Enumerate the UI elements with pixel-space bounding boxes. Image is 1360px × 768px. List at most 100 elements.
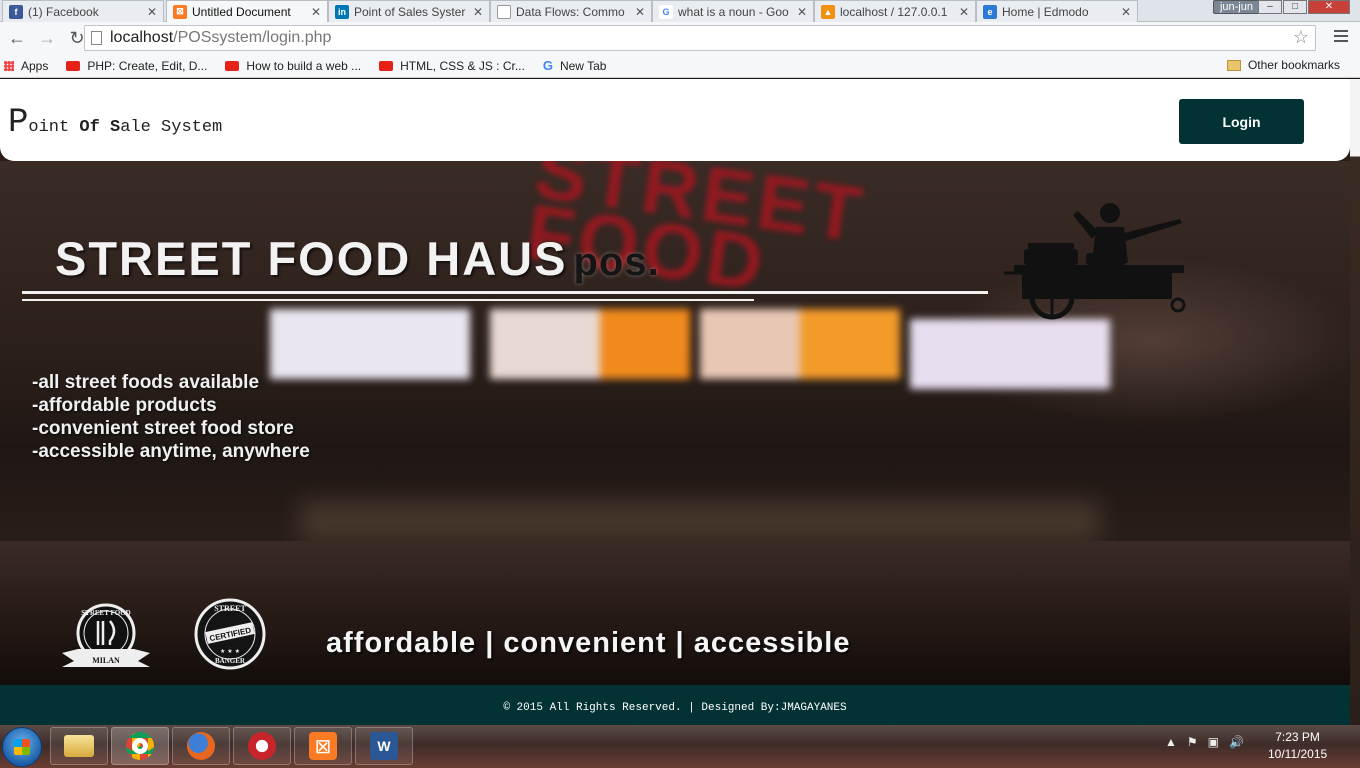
site-navbar: Point Of Sale System Login xyxy=(0,79,1350,161)
footer-text: © 2015 All Rights Reserved. | Designed B… xyxy=(503,702,847,714)
other-bookmarks[interactable]: Other bookmarks xyxy=(1226,58,1340,72)
google-icon: G xyxy=(659,4,673,19)
profile-button[interactable]: jun-jun xyxy=(1212,0,1260,14)
brand-initial: P xyxy=(8,104,29,142)
tab-facebook[interactable]: f (1) Facebook ✕ xyxy=(2,0,164,22)
bookmark-html-css-js[interactable]: HTML, CSS & JS : Cr... xyxy=(379,59,525,73)
action-center-icon[interactable]: ⚑ xyxy=(1187,735,1198,749)
edmodo-icon: e xyxy=(983,4,997,19)
url-path: /POSsystem/login.php xyxy=(173,29,332,46)
taskbar-firefox[interactable] xyxy=(172,727,230,765)
bookmark-star-icon[interactable]: ☆ xyxy=(1293,27,1309,48)
tab-what-is-a-noun[interactable]: G what is a noun - Goo ✕ xyxy=(652,0,814,22)
badge-text: STREET FOOD xyxy=(81,609,130,617)
close-icon[interactable]: ✕ xyxy=(147,5,157,19)
firefox-icon xyxy=(187,732,215,760)
bookmark-label: Apps xyxy=(21,58,49,73)
browser-toolbar: ← → ↻ localhost/POSsystem/login.php ☆ xyxy=(0,22,1360,54)
address-bar[interactable]: localhost/POSsystem/login.php ☆ xyxy=(84,25,1316,51)
brand-text: S xyxy=(99,118,121,137)
clock-time: 7:23 PM xyxy=(1275,730,1320,744)
page-viewport: Point Of Sale System Login STREET FOOD ST… xyxy=(0,79,1350,725)
tab-strip: f (1) Facebook ✕ ⊠ Untitled Document ✕ i… xyxy=(0,0,1360,22)
tab-data-flows[interactable]: Data Flows: Commo ✕ xyxy=(490,0,652,22)
page-icon xyxy=(91,31,102,45)
window-close-icon[interactable]: ✕ xyxy=(1308,0,1350,14)
feature-item: -accessible anytime, anywhere xyxy=(32,441,310,462)
taskbar-ccleaner[interactable] xyxy=(233,727,291,765)
bookmark-build-web[interactable]: How to build a web ... xyxy=(225,59,361,73)
network-icon[interactable]: ▣ xyxy=(1208,735,1219,749)
tab-label: what is a noun - Goo xyxy=(678,4,789,19)
close-icon[interactable]: ✕ xyxy=(1121,5,1131,19)
xampp-icon: ⊠ xyxy=(173,4,187,19)
menu-board xyxy=(700,309,900,379)
bookmark-label: PHP: Create, Edit, D... xyxy=(87,58,208,73)
tab-label: Untitled Document xyxy=(192,4,291,19)
site-footer: © 2015 All Rights Reserved. | Designed B… xyxy=(0,685,1350,725)
counter-light xyxy=(300,501,1100,541)
show-hidden-icons-icon[interactable]: ▲ xyxy=(1165,735,1177,749)
street-food-milan-badge: STREET FOOD MILAN xyxy=(62,603,150,667)
tab-label: (1) Facebook xyxy=(28,4,99,19)
bookmarks-bar: Apps PHP: Create, Edit, D... How to buil… xyxy=(0,54,1360,78)
taskbar-word[interactable]: W xyxy=(355,727,413,765)
start-button[interactable] xyxy=(2,727,42,767)
login-button[interactable]: Login xyxy=(1179,99,1304,144)
badge-text: STREET xyxy=(214,604,246,613)
apps-icon xyxy=(4,60,14,71)
ccleaner-icon xyxy=(248,732,276,760)
folder-icon xyxy=(64,735,94,757)
tab-label: Point of Sales Syster xyxy=(354,4,466,19)
other-bookmarks-label: Other bookmarks xyxy=(1247,58,1340,72)
back-icon[interactable]: ← xyxy=(4,25,30,51)
xampp-icon: ⊠ xyxy=(309,732,337,760)
close-icon[interactable]: ✕ xyxy=(473,5,483,19)
feature-item: -convenient street food store xyxy=(32,418,294,439)
close-icon[interactable]: ✕ xyxy=(635,5,645,19)
brand-text: Of xyxy=(79,118,100,137)
clock-date: 10/11/2015 xyxy=(1268,747,1328,761)
close-icon[interactable]: ✕ xyxy=(797,5,807,19)
facebook-icon: f xyxy=(9,4,23,19)
taskbar-chrome[interactable] xyxy=(111,727,169,765)
badge-text: BANGER xyxy=(215,657,246,665)
feature-list: -all street foods available -affordable … xyxy=(32,371,310,463)
tab-localhost-phpmyadmin[interactable]: ▲ localhost / 127.0.0.1 ✕ xyxy=(814,0,976,22)
divider xyxy=(22,299,754,301)
minimize-icon[interactable]: – xyxy=(1258,0,1282,14)
hero-banner: STREET FOOD STREET FOOD HAUS pos. -all s… xyxy=(0,161,1350,685)
url-host: localhost xyxy=(110,29,174,46)
tab-edmodo[interactable]: e Home | Edmodo ✕ xyxy=(976,0,1138,22)
windows-taskbar: ⊠ W ▲ ⚑ ▣ 🔊 7:23 PM 10/11/2015 xyxy=(0,725,1360,768)
taskbar-explorer[interactable] xyxy=(50,727,108,765)
bookmark-apps[interactable]: Apps xyxy=(4,59,48,73)
tab-label: Home | Edmodo xyxy=(1002,4,1089,19)
menu-board xyxy=(490,309,690,379)
tab-untitled-document[interactable]: ⊠ Untitled Document ✕ xyxy=(166,0,328,22)
system-tray: ▲ ⚑ ▣ 🔊 xyxy=(1165,735,1244,749)
tab-point-of-sales[interactable]: in Point of Sales Syster ✕ xyxy=(328,0,490,22)
youtube-icon xyxy=(225,60,240,71)
page-icon xyxy=(497,4,511,19)
forward-icon[interactable]: → xyxy=(34,25,60,51)
food-cart-icon xyxy=(1004,203,1186,320)
youtube-icon xyxy=(379,60,394,71)
bookmark-new-tab[interactable]: G New Tab xyxy=(543,58,607,73)
maximize-icon[interactable]: □ xyxy=(1283,0,1307,14)
menu-board xyxy=(270,309,470,379)
taskbar-xampp[interactable]: ⊠ xyxy=(294,727,352,765)
bookmark-php[interactable]: PHP: Create, Edit, D... xyxy=(66,59,207,73)
page-edge xyxy=(1350,79,1360,725)
google-icon: G xyxy=(542,58,553,73)
close-icon[interactable]: ✕ xyxy=(311,5,321,19)
youtube-icon xyxy=(66,60,81,71)
volume-icon[interactable]: 🔊 xyxy=(1229,735,1244,749)
phpmyadmin-icon: ▲ xyxy=(821,4,835,19)
close-icon[interactable]: ✕ xyxy=(959,5,969,19)
menu-icon[interactable] xyxy=(1334,30,1348,45)
bookmark-label: How to build a web ... xyxy=(246,58,362,73)
windows-logo-icon xyxy=(14,739,30,755)
hero-title: STREET FOOD HAUS pos. xyxy=(55,231,660,286)
clock[interactable]: 7:23 PM 10/11/2015 xyxy=(1268,729,1327,763)
